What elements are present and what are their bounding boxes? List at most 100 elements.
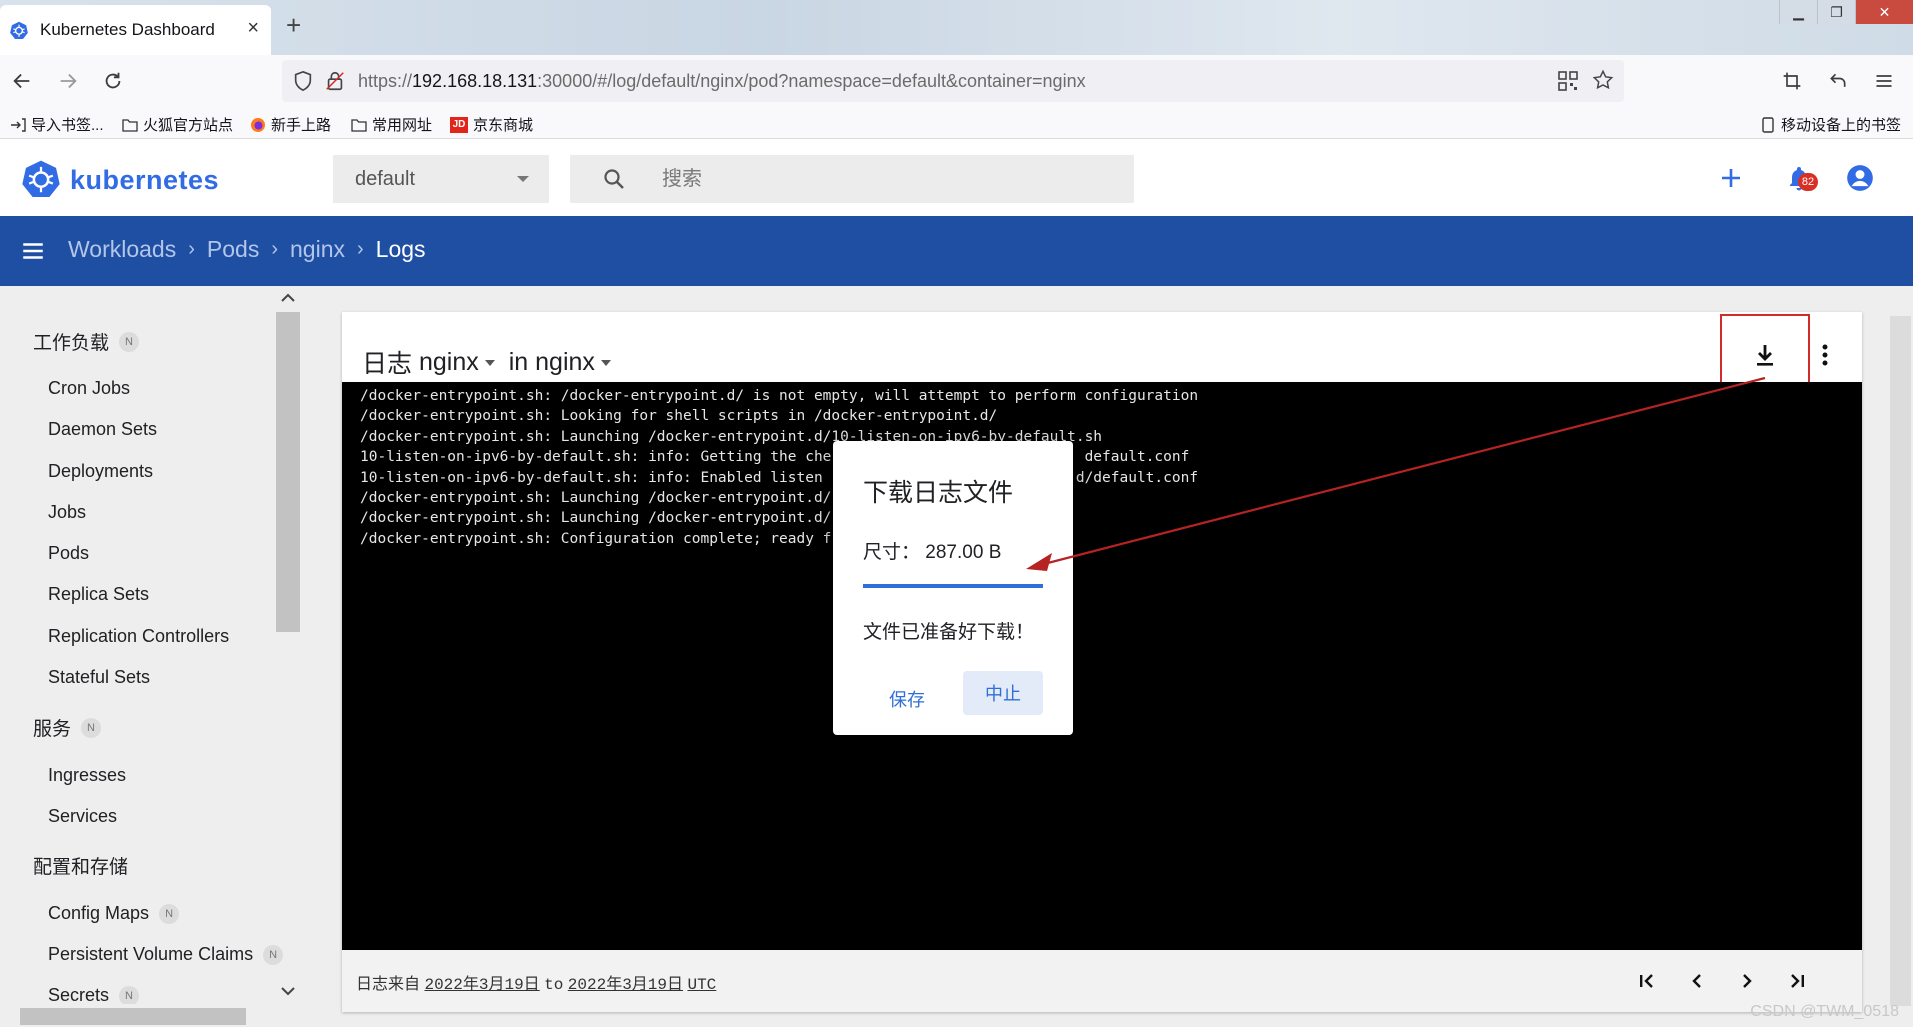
caret-down-icon[interactable] [600, 360, 611, 366]
bookmark-common-sites[interactable]: 常用网址 [351, 114, 432, 135]
search-input[interactable] [662, 163, 1102, 195]
log-range-prefix: 日志来自 [356, 976, 421, 993]
sidebar-item-replication-controllers[interactable]: Replication Controllers [48, 626, 229, 647]
sidebar-item-label: Ingresses [48, 765, 127, 785]
namespace-select[interactable]: default [333, 155, 549, 203]
sidebar-scrollbar-thumb[interactable] [276, 312, 300, 632]
namespace-value: default [355, 167, 416, 190]
download-progress-fill [863, 584, 1043, 588]
breadcrumb-pods[interactable]: Pods [207, 236, 259, 263]
tab-close-icon[interactable]: × [247, 18, 259, 38]
dialog-file-size: 尺寸： 287.00 B [863, 537, 1001, 564]
bookmark-mobile[interactable]: 移动设备上的书签 [1760, 114, 1901, 135]
sidebar-section-services[interactable]: 服务 N [33, 714, 102, 741]
namespaced-badge: N [263, 944, 284, 965]
sidebar-item-persistent-volume-claims[interactable]: Persistent Volume Claims N [48, 944, 284, 965]
forward-arrow-icon[interactable] [54, 67, 82, 95]
sidebar-item-label: Services [48, 806, 118, 826]
previous-page-icon[interactable] [1682, 966, 1712, 996]
undo-icon[interactable] [1824, 67, 1852, 95]
breadcrumb-nginx[interactable]: nginx [290, 236, 345, 263]
hamburger-menu-icon[interactable] [1870, 67, 1898, 95]
nav-menu-icon[interactable] [20, 238, 46, 269]
download-logs-button[interactable] [1748, 340, 1782, 374]
watermark: CSDN @TWM_0518 [1750, 1003, 1899, 1020]
log-card-title: 日志 nginx in nginx [362, 344, 625, 380]
reload-icon[interactable] [99, 67, 127, 95]
page-scrollbar[interactable] [1888, 286, 1913, 1027]
bookmark-getting-started[interactable]: 新手上路 [250, 114, 331, 135]
log-line: /docker-entrypoint.sh: Launching /docker… [360, 490, 832, 507]
page-scrollbar-thumb[interactable] [1890, 316, 1911, 1006]
url-text[interactable]: https://192.168.18.131:30000/#/log/defau… [358, 71, 1086, 92]
last-page-icon[interactable] [1782, 966, 1812, 996]
browser-tab[interactable]: Kubernetes Dashboard × [0, 5, 271, 55]
new-tab-button[interactable]: + [286, 12, 301, 38]
minimize-icon[interactable]: ▁ [1779, 0, 1817, 24]
sidebar-item-deployments[interactable]: Deployments [48, 461, 153, 482]
brand-wordmark: kubernetes [70, 165, 220, 195]
log-time-range: 日志来自 2022年3月19日 to 2022年3月19日 UTC [356, 970, 716, 994]
namespaced-badge: N [81, 717, 102, 738]
sidebar-item-pods[interactable]: Pods [48, 543, 89, 564]
shield-icon[interactable] [292, 70, 314, 97]
screenshot-crop-icon[interactable] [1778, 67, 1806, 95]
size-value: 287.00 B [925, 542, 1002, 563]
abort-button[interactable]: 中止 [963, 671, 1043, 715]
bookmark-firefox-official[interactable]: 火狐官方站点 [122, 114, 233, 135]
sidebar-section-config-storage[interactable]: 配置和存储 [33, 852, 128, 879]
log-line: /docker-entrypoint.sh: Launching /docker… [360, 510, 832, 527]
bookmark-label: 导入书签... [31, 117, 104, 134]
mobile-device-icon [1760, 116, 1776, 133]
qr-code-icon[interactable] [1558, 71, 1578, 96]
back-arrow-icon[interactable] [8, 67, 36, 95]
lock-warning-icon[interactable] [324, 70, 346, 97]
sidebar-item-daemon-sets[interactable]: Daemon Sets [48, 419, 157, 440]
sidebar-horizontal-scrollbar[interactable] [0, 1004, 276, 1027]
pod-selector[interactable]: nginx [419, 348, 479, 377]
scroll-up-chevron-icon[interactable] [281, 290, 295, 308]
window-close-icon[interactable]: ✕ [1855, 0, 1913, 24]
log-output[interactable]: /docker-entrypoint.sh: /docker-entrypoin… [342, 382, 1862, 950]
more-options-button[interactable] [1810, 340, 1840, 374]
first-page-icon[interactable] [1632, 966, 1662, 996]
sidebar-item-secrets[interactable]: Secrets N [48, 985, 140, 1006]
save-button[interactable]: 保存 [877, 683, 937, 715]
search-box[interactable] [570, 155, 1134, 203]
kubernetes-logo[interactable]: kubernetes [22, 159, 219, 202]
sidebar-item-cron-jobs[interactable]: Cron Jobs [48, 378, 130, 399]
container-selector[interactable]: nginx [535, 348, 595, 377]
caret-down-icon[interactable] [484, 360, 495, 366]
browser-nav-bar: https://192.168.18.131:30000/#/log/defau… [0, 55, 1913, 107]
bookmark-star-icon[interactable] [1592, 69, 1614, 96]
download-log-dialog: 下载日志文件 尺寸： 287.00 B 文件已准备好下载！ 保存 中止 [833, 441, 1073, 735]
scroll-down-chevron-icon[interactable] [281, 983, 295, 1001]
sidebar-item-config-maps[interactable]: Config Maps N [48, 903, 180, 924]
notifications-bell-icon[interactable]: 82 [1784, 163, 1818, 193]
sidebar-item-jobs[interactable]: Jobs [48, 502, 86, 523]
sidebar-item-label: Pods [48, 543, 90, 563]
folder-icon [351, 117, 367, 133]
restore-icon[interactable]: ❐ [1817, 0, 1855, 24]
address-bar[interactable]: https://192.168.18.131:30000/#/log/defau… [282, 60, 1624, 102]
next-page-icon[interactable] [1732, 966, 1762, 996]
sidebar-item-stateful-sets[interactable]: Stateful Sets [48, 667, 150, 688]
folder-icon [122, 117, 138, 133]
url-scheme: https:// [358, 71, 413, 91]
sidebar-section-workloads[interactable]: 工作负载 N [33, 328, 140, 355]
namespaced-badge: N [119, 331, 140, 352]
sidebar-item-replica-sets[interactable]: Replica Sets [48, 584, 149, 605]
bookmark-import[interactable]: 导入书签... [10, 114, 104, 135]
sidebar-item-label: Replica Sets [48, 584, 150, 604]
account-circle-icon[interactable] [1845, 163, 1875, 193]
bookmark-jd[interactable]: JD 京东商城 [450, 114, 533, 135]
horizontal-scrollbar-thumb[interactable] [20, 1008, 246, 1025]
breadcrumb-workloads[interactable]: Workloads [68, 236, 176, 263]
sidebar-item-services[interactable]: Services [48, 806, 117, 827]
create-plus-icon[interactable] [1716, 163, 1746, 193]
sidebar-item-label: Secrets [48, 985, 110, 1005]
bookmark-label: 火狐官方站点 [143, 117, 234, 134]
log-line: 10-listen-on-ipv6-by-default.sh: info: E… [360, 469, 1199, 486]
sidebar-item-ingresses[interactable]: Ingresses [48, 765, 126, 786]
sidebar: 工作负载 N Cron Jobs Daemon Sets Deployments… [0, 286, 300, 1027]
